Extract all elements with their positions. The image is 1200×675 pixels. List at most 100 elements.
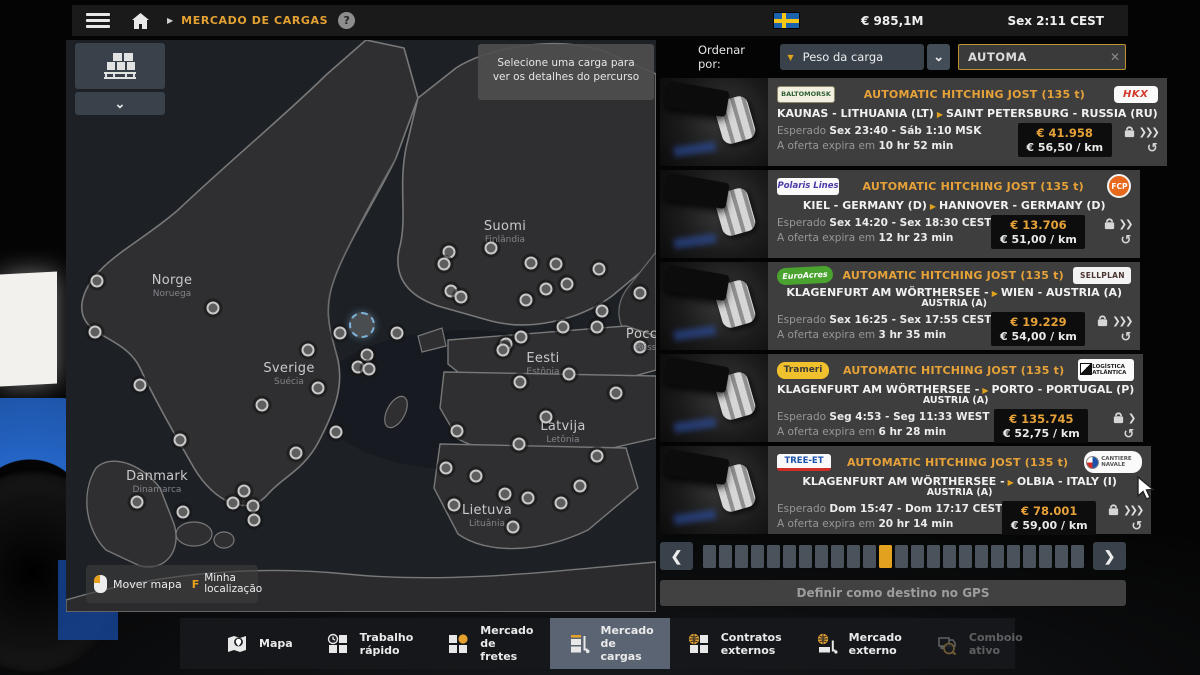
city-dot[interactable] bbox=[227, 497, 240, 510]
city-dot[interactable] bbox=[499, 488, 512, 501]
city-dot[interactable] bbox=[256, 399, 269, 412]
city-dot[interactable] bbox=[302, 344, 315, 357]
page-block[interactable] bbox=[831, 545, 844, 568]
city-dot[interactable] bbox=[563, 368, 576, 381]
page-block[interactable] bbox=[895, 545, 908, 568]
page-block[interactable] bbox=[767, 545, 780, 568]
cargo-offer-row[interactable]: Polaris Lines AUTOMATIC HITCHING JOST (1… bbox=[660, 170, 1126, 258]
page-block[interactable] bbox=[1071, 545, 1084, 568]
page-block[interactable] bbox=[943, 545, 956, 568]
city-dot[interactable] bbox=[330, 426, 343, 439]
page-block[interactable] bbox=[815, 545, 828, 568]
city-dot[interactable] bbox=[363, 363, 376, 376]
search-input[interactable] bbox=[958, 44, 1126, 70]
city-dot[interactable] bbox=[391, 327, 404, 340]
cargo-offer-row[interactable]: BALTOMORSK AUTOMATIC HITCHING JOST (135 … bbox=[660, 78, 1126, 166]
city-dot[interactable] bbox=[134, 379, 147, 392]
world-map[interactable]: ⌄ Selecione uma carga para ver os detalh… bbox=[66, 40, 656, 612]
city-dot[interactable] bbox=[634, 341, 647, 354]
page-block[interactable] bbox=[847, 545, 860, 568]
player-location-marker[interactable] bbox=[349, 312, 375, 338]
city-dot[interactable] bbox=[561, 278, 574, 291]
tab-contratos-externos[interactable]: Contratosexternos bbox=[670, 618, 798, 669]
set-gps-destination-button[interactable]: Definir como destino no GPS bbox=[660, 580, 1126, 606]
sort-expand-button[interactable]: ⌄ bbox=[927, 44, 950, 70]
city-dot[interactable] bbox=[557, 321, 570, 334]
tab-trabalho-rapido[interactable]: Trabalhorápido bbox=[309, 618, 430, 669]
page-block[interactable] bbox=[1007, 545, 1020, 568]
tab-mercado-de-fretes[interactable]: Mercado defretes bbox=[429, 618, 549, 669]
collapse-panel-button[interactable]: ⌄ bbox=[75, 92, 165, 115]
page-block-active[interactable] bbox=[879, 545, 892, 568]
page-block[interactable] bbox=[959, 545, 972, 568]
city-dot[interactable] bbox=[174, 434, 187, 447]
tab-mercado-de-cargas[interactable]: Mercado decargas bbox=[550, 618, 670, 669]
page-block[interactable] bbox=[863, 545, 876, 568]
tab-mercado-externo[interactable]: Mercadoexterno bbox=[798, 618, 918, 669]
sort-dropdown[interactable]: ▼ Peso da carga bbox=[780, 44, 925, 70]
tab-mapa[interactable]: Mapa bbox=[208, 618, 309, 669]
city-dot[interactable] bbox=[451, 425, 464, 438]
cargo-offer-row[interactable]: TREE-ET AUTOMATIC HITCHING JOST (135 t) … bbox=[660, 446, 1126, 534]
page-block[interactable] bbox=[911, 545, 924, 568]
my-location-hint[interactable]: Minha localização bbox=[204, 573, 262, 595]
page-block[interactable] bbox=[735, 545, 748, 568]
city-dot[interactable] bbox=[440, 462, 453, 475]
page-block[interactable] bbox=[1039, 545, 1052, 568]
page-block[interactable] bbox=[1055, 545, 1068, 568]
city-dot[interactable] bbox=[334, 327, 347, 340]
page-block[interactable] bbox=[799, 545, 812, 568]
city-dot[interactable] bbox=[610, 387, 623, 400]
city-dot[interactable] bbox=[448, 499, 461, 512]
city-dot[interactable] bbox=[540, 283, 553, 296]
city-dot[interactable] bbox=[555, 497, 568, 510]
city-dot[interactable] bbox=[522, 492, 535, 505]
city-dot[interactable] bbox=[361, 349, 374, 362]
city-dot[interactable] bbox=[540, 411, 553, 424]
page-prev-button[interactable]: ❮ bbox=[660, 542, 693, 570]
home-icon[interactable] bbox=[132, 13, 149, 29]
page-next-button[interactable]: ❯ bbox=[1093, 542, 1126, 570]
city-dot[interactable] bbox=[593, 263, 606, 276]
city-dot[interactable] bbox=[290, 447, 303, 460]
page-block[interactable] bbox=[703, 545, 716, 568]
city-dot[interactable] bbox=[497, 344, 510, 357]
city-dot[interactable] bbox=[591, 321, 604, 334]
city-dot[interactable] bbox=[525, 257, 538, 270]
page-block[interactable] bbox=[719, 545, 732, 568]
menu-icon[interactable] bbox=[86, 13, 110, 28]
city-dot[interactable] bbox=[507, 521, 520, 534]
city-dot[interactable] bbox=[438, 258, 451, 271]
clear-search-icon[interactable]: ✕ bbox=[1110, 50, 1120, 64]
city-dot[interactable] bbox=[513, 438, 526, 451]
city-dot[interactable] bbox=[520, 294, 533, 307]
city-dot[interactable] bbox=[591, 450, 604, 463]
city-dot[interactable] bbox=[596, 305, 609, 318]
city-dot[interactable] bbox=[247, 500, 260, 513]
tab-comboio-ativo[interactable]: Comboioativo bbox=[918, 618, 1039, 669]
city-dot[interactable] bbox=[634, 287, 647, 300]
city-dot[interactable] bbox=[515, 331, 528, 344]
page-block[interactable] bbox=[927, 545, 940, 568]
city-dot[interactable] bbox=[248, 514, 261, 527]
city-dot[interactable] bbox=[177, 506, 190, 519]
city-dot[interactable] bbox=[312, 382, 325, 395]
city-dot[interactable] bbox=[89, 326, 102, 339]
city-dot[interactable] bbox=[485, 242, 498, 255]
city-dot[interactable] bbox=[455, 291, 468, 304]
city-dot[interactable] bbox=[207, 302, 220, 315]
city-dot[interactable] bbox=[91, 275, 104, 288]
city-dot[interactable] bbox=[514, 376, 527, 389]
cargo-filter-button[interactable] bbox=[75, 43, 165, 89]
page-block[interactable] bbox=[783, 545, 796, 568]
cargo-offer-row[interactable]: EuroAcres AUTOMATIC HITCHING JOST (135 t… bbox=[660, 262, 1126, 350]
page-block[interactable] bbox=[1023, 545, 1036, 568]
city-dot[interactable] bbox=[550, 258, 563, 271]
page-block[interactable] bbox=[751, 545, 764, 568]
cargo-offer-row[interactable]: Trameri AUTOMATIC HITCHING JOST (135 t) … bbox=[660, 354, 1126, 442]
page-block[interactable] bbox=[975, 545, 988, 568]
city-dot[interactable] bbox=[238, 485, 251, 498]
city-dot[interactable] bbox=[574, 480, 587, 493]
help-button[interactable]: ? bbox=[338, 12, 355, 29]
city-dot[interactable] bbox=[470, 470, 483, 483]
